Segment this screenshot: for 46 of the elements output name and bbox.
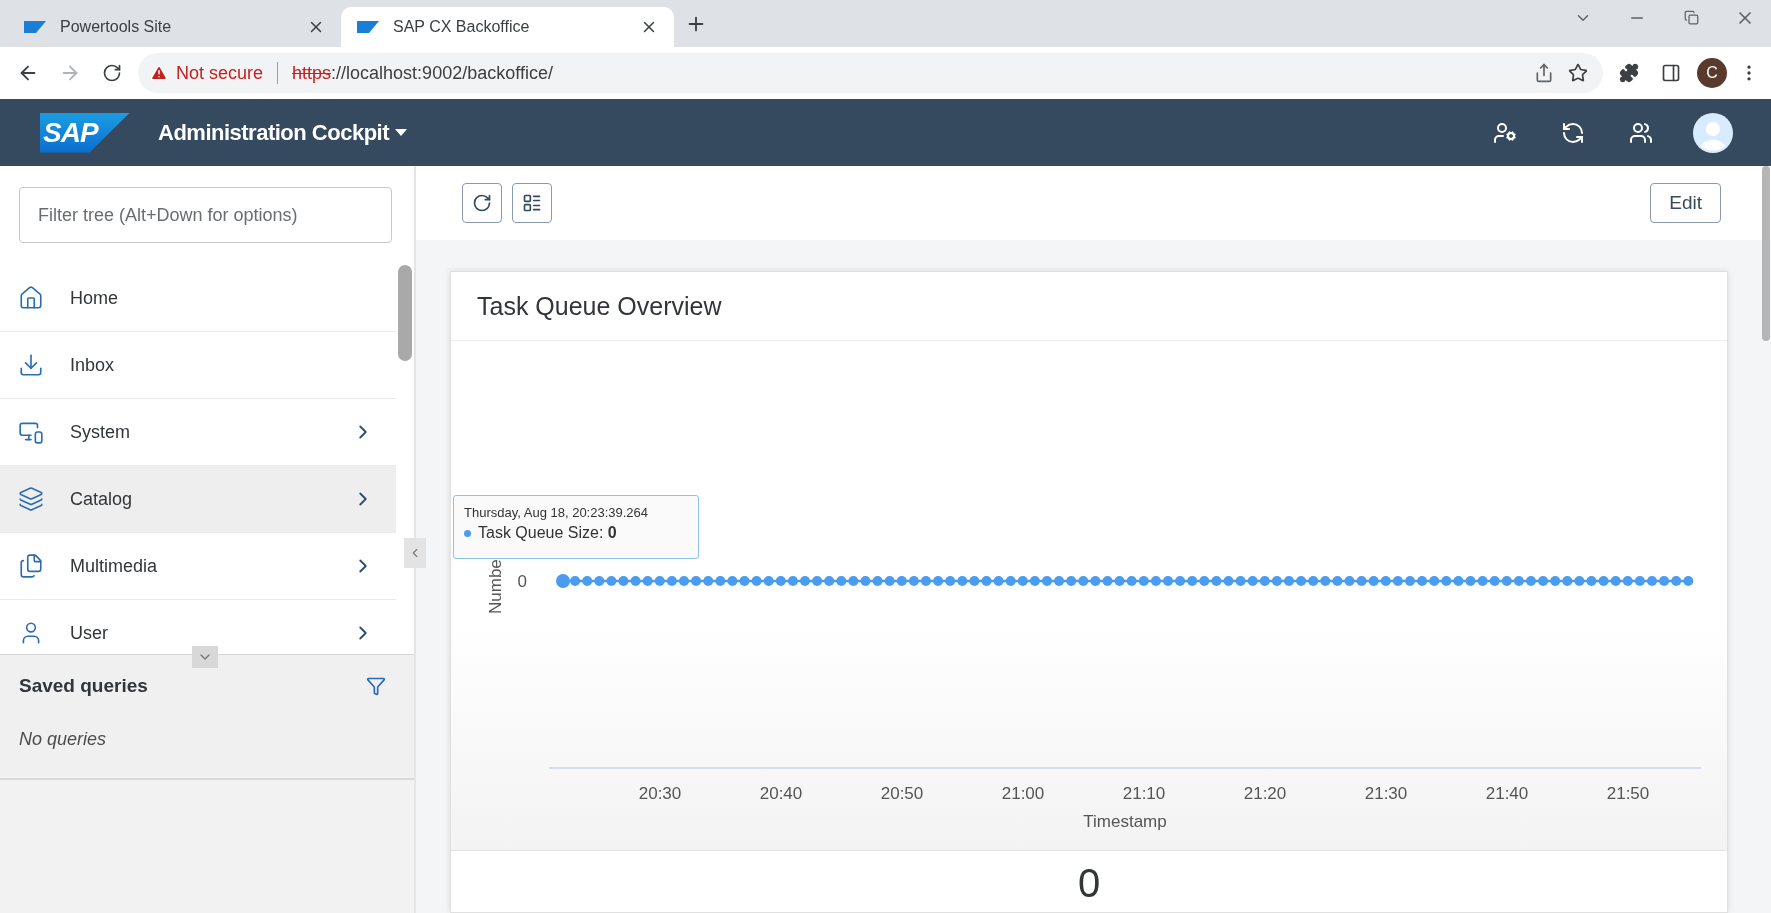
app-switcher[interactable]: Administration Cockpit (152, 118, 413, 147)
filter-icon[interactable] (366, 676, 386, 696)
layers-icon (18, 486, 44, 512)
empty-message: No queries (19, 729, 108, 750)
x-tick-label: 21:20 (1243, 784, 1287, 803)
x-axis-title: Timestamp (1083, 812, 1167, 831)
tooltip-time: Thursday, Aug 18, 20:23:39.264 (464, 505, 650, 520)
user-avatar[interactable] (1693, 112, 1733, 153)
x-tick-label: 20:30 (638, 784, 682, 803)
files-icon (18, 553, 44, 579)
house-icon (18, 285, 44, 311)
scrollbar-thumb[interactable] (1762, 166, 1770, 341)
caret-icon (395, 128, 407, 137)
x-tick-label: 21:00 (1001, 784, 1045, 803)
x-tick-label: 21:50 (1606, 784, 1650, 803)
scrollbar-thumb[interactable] (398, 265, 413, 361)
x-tick-label: 21:30 (1364, 784, 1408, 803)
warning-icon (150, 64, 168, 82)
x-tick-label: 20:50 (880, 784, 924, 803)
tooltip-value: Task Queue Size: 0 (478, 524, 617, 542)
browser-tab[interactable]: Powertools Site (8, 7, 341, 47)
nav-item[interactable]: Catalog (0, 466, 397, 533)
address-bar[interactable]: Not secure https://localhost:9002/backoffice/ (138, 53, 1603, 93)
refresh-button[interactable] (462, 183, 502, 223)
saved-queries-title: Saved queries (19, 675, 148, 697)
url-text: https://localhost:9002/backoffice/ (292, 62, 553, 84)
edit-button[interactable]: Edit (1650, 183, 1721, 223)
layout-button[interactable] (512, 183, 552, 223)
browser-tab[interactable]: SAP CX Backoffice (341, 7, 674, 47)
series-dot (464, 529, 471, 537)
x-tick-label: 20:40 (759, 784, 803, 803)
security-warning[interactable]: Not secure (176, 62, 264, 84)
y-axis-title: Numbe (486, 559, 505, 614)
x-tick-label: 21:40 (1485, 784, 1529, 803)
favicon-icon (24, 21, 46, 33)
logo: SAP (40, 112, 130, 153)
x-tick-label: 21:10 (1122, 784, 1166, 803)
filter-tree-field[interactable]: Filter tree (Alt+Down for options) (19, 187, 392, 243)
profile-avatar[interactable]: C (1697, 58, 1727, 88)
download-icon (18, 352, 44, 378)
favicon-icon (357, 21, 379, 33)
y-tick-label: 0 (517, 572, 527, 591)
refresh-icon (472, 193, 492, 213)
collapse-handle[interactable] (404, 538, 426, 568)
list-icon (522, 193, 542, 213)
total-count: 0 (1077, 861, 1101, 906)
